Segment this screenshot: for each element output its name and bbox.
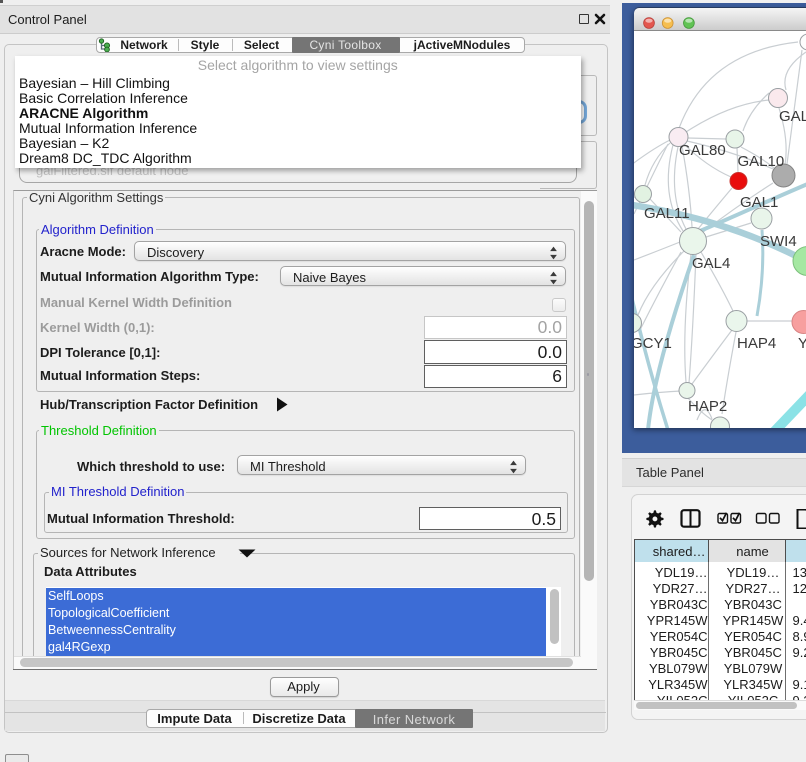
svg-text:GAL80: GAL80 — [679, 142, 726, 159]
svg-text:GAL2: GAL2 — [779, 108, 806, 125]
svg-text:HAP2: HAP2 — [688, 398, 727, 415]
svg-text:GAL10: GAL10 — [738, 153, 785, 170]
svg-text:HAP4: HAP4 — [737, 335, 776, 352]
svg-text:GCY1: GCY1 — [634, 335, 672, 352]
svg-text:YD: YD — [798, 335, 806, 352]
svg-text:GAL4: GAL4 — [692, 255, 730, 272]
svg-text:SWI4: SWI4 — [760, 233, 797, 250]
svg-text:GAL1: GAL1 — [740, 194, 778, 211]
svg-text:GAL11: GAL11 — [644, 205, 690, 222]
